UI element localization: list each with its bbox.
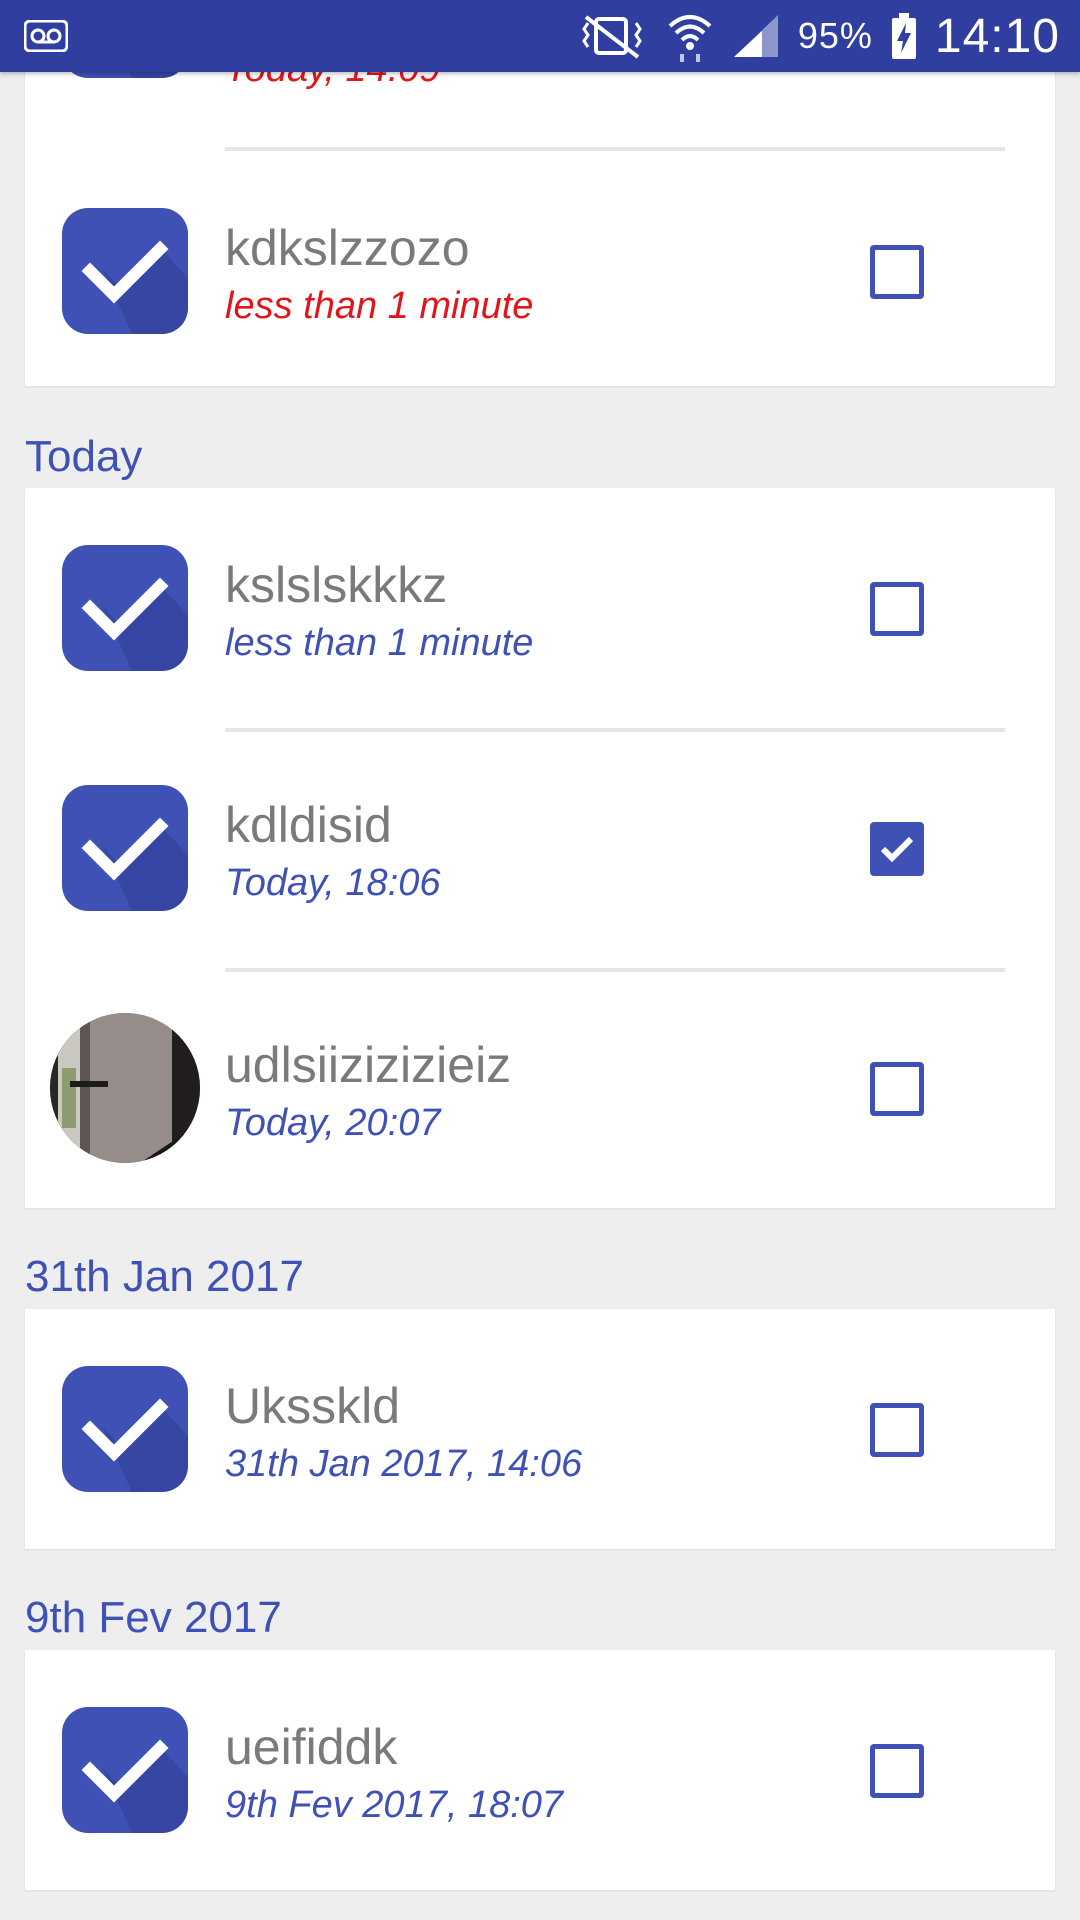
task-title: kdldisid — [225, 797, 392, 853]
task-checkbox[interactable] — [870, 1744, 924, 1798]
task-card: Uksskld 31th Jan 2017, 14:06 — [25, 1309, 1055, 1549]
vibrate-icon — [582, 15, 642, 59]
task-time: Today, 20:07 — [225, 1102, 441, 1144]
task-time: less than 1 minute — [225, 285, 534, 327]
list-item[interactable]: kdldisid Today, 18:06 — [25, 728, 1055, 968]
task-title: kdkslzzozo — [225, 220, 470, 276]
list-item[interactable]: kdkslzzozo less than 1 minute — [25, 151, 1055, 391]
section-header-date: 31th Jan 2017 — [25, 1252, 304, 1301]
task-time: 31th Jan 2017, 14:06 — [225, 1443, 583, 1485]
contact-photo-avatar — [50, 1013, 200, 1163]
task-check-icon — [62, 545, 188, 671]
list-item[interactable]: ueifiddk 9th Fev 2017, 18:07 — [25, 1650, 1055, 1890]
task-title: udlsiizizizieiz — [225, 1037, 512, 1093]
task-checkbox[interactable] — [870, 582, 924, 636]
task-title: Uksskld — [225, 1378, 401, 1434]
battery-percent: 95% — [797, 15, 873, 56]
task-card: ueifiddk 9th Fev 2017, 18:07 — [25, 1650, 1055, 1890]
task-time: Today, 18:06 — [225, 862, 441, 904]
task-check-icon — [62, 785, 188, 911]
wifi-icon — [668, 15, 712, 62]
clock: 14:10 — [934, 9, 1060, 63]
task-checkbox[interactable] — [870, 1403, 924, 1457]
list-item[interactable]: udlsiizizizieiz Today, 20:07 — [25, 968, 1055, 1208]
check-icon — [880, 836, 914, 863]
battery-charging-icon — [891, 13, 916, 59]
voicemail-icon — [24, 20, 68, 52]
task-title: ueifiddk — [225, 1719, 398, 1775]
section-header-date: 9th Fev 2017 — [25, 1593, 282, 1642]
task-list[interactable]: Today, 14:09 kdkslzzozo less than 1 minu… — [0, 0, 1080, 1920]
task-checkbox[interactable] — [870, 245, 924, 299]
list-item[interactable]: kslslskkkz less than 1 minute — [25, 488, 1055, 728]
status-bar: 95% 14:10 — [0, 0, 1080, 72]
list-item[interactable]: Uksskld 31th Jan 2017, 14:06 — [25, 1309, 1055, 1549]
task-card: kslslskkkz less than 1 minute kdldisid T… — [25, 488, 1055, 1208]
task-check-icon — [62, 1366, 188, 1492]
task-title: kslslskkkz — [225, 557, 448, 613]
cell-signal-icon — [733, 15, 778, 57]
section-header-today: Today — [25, 432, 143, 481]
task-check-icon — [62, 208, 188, 334]
task-checkbox-checked[interactable] — [870, 822, 924, 876]
task-check-icon — [62, 1707, 188, 1833]
task-time: less than 1 minute — [225, 622, 534, 664]
task-time: 9th Fev 2017, 18:07 — [225, 1784, 564, 1826]
task-checkbox[interactable] — [870, 1062, 924, 1116]
